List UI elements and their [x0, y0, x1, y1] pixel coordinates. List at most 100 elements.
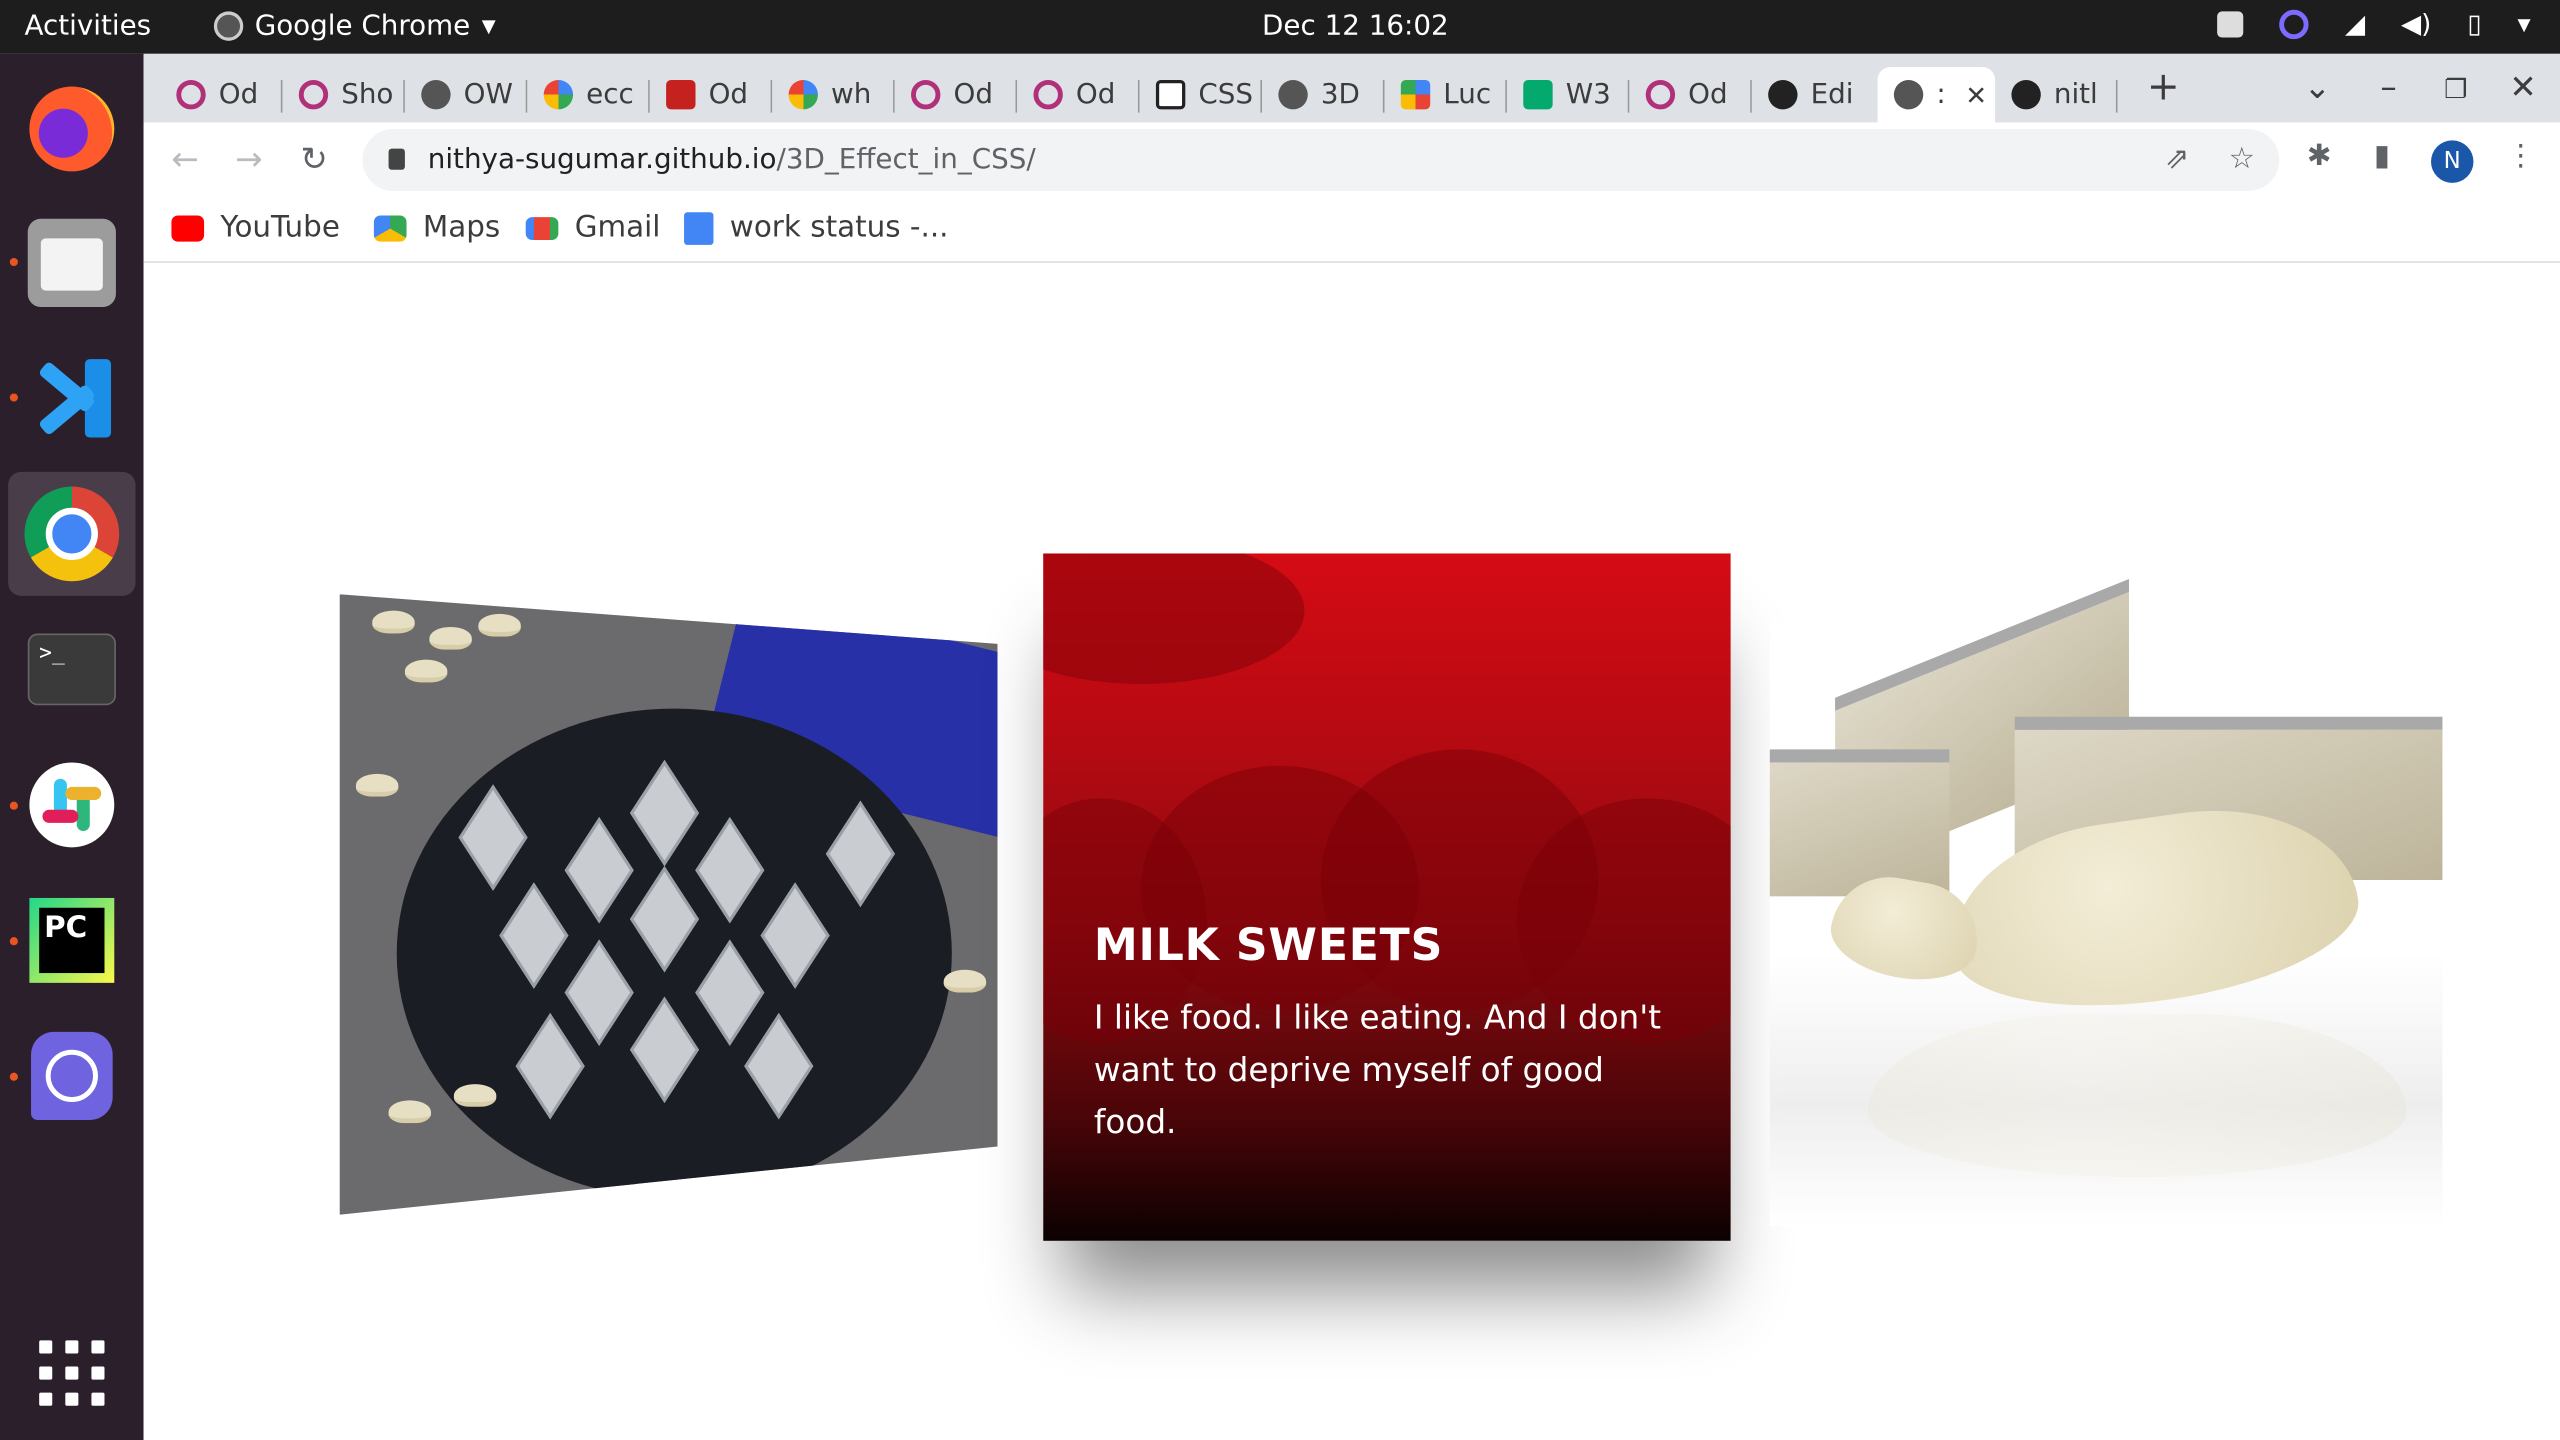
tab[interactable]: 3D	[1262, 67, 1385, 123]
tab-label: W3	[1565, 78, 1611, 112]
tab[interactable]: wh	[772, 67, 895, 123]
volume-icon[interactable]: ◀)	[2401, 8, 2431, 39]
background-photo-shape	[1043, 553, 1305, 685]
odoo-icon	[666, 79, 696, 110]
globe-icon	[421, 79, 451, 110]
odin-icon	[1645, 79, 1676, 110]
dock-files[interactable]	[8, 201, 135, 325]
clock-tray-icon[interactable]	[2279, 8, 2310, 39]
battery-icon[interactable]: ▯	[2467, 8, 2481, 39]
address-bar[interactable]: nithya-sugumar.github.io/3D_Effect_in_CS…	[362, 128, 2280, 192]
tab[interactable]: ecc	[527, 67, 650, 123]
tab[interactable]: Od	[1629, 67, 1752, 123]
cashew	[355, 773, 399, 797]
dock-slack[interactable]	[8, 743, 135, 867]
tab-label: wh	[831, 78, 872, 112]
chrome-menu-icon[interactable]: ⋮	[2506, 139, 2535, 173]
tab-label: OW	[463, 78, 513, 112]
app-grid-icon	[39, 1340, 105, 1406]
activities-button[interactable]: Activities	[24, 10, 151, 43]
tab[interactable]: CSS	[1140, 67, 1263, 123]
bookmark-star-icon[interactable]: ☆	[2229, 142, 2255, 176]
dock-terminal[interactable]: >_	[8, 607, 135, 731]
w3schools-icon	[1523, 79, 1553, 110]
card-description: I like food. I like eating. And I don't …	[1093, 997, 1662, 1142]
tab[interactable]: Edi	[1752, 67, 1874, 123]
tab-label: 3D	[1320, 78, 1360, 112]
tab-active[interactable]: : ✕	[1877, 66, 1996, 123]
lucid-icon	[1400, 79, 1431, 110]
tab-label: Edi	[1810, 78, 1854, 112]
globe-icon	[1278, 79, 1308, 110]
bookmark-gmail[interactable]: Gmail	[525, 211, 660, 245]
tab[interactable]: Od	[160, 67, 283, 123]
tab-label: Od	[1075, 78, 1116, 112]
pycharm-icon: PC	[29, 897, 115, 983]
reload-button[interactable]: ↻	[300, 139, 327, 178]
url-text[interactable]: nithya-sugumar.github.io/3D_Effect_in_CS…	[428, 144, 1036, 177]
firefox-icon	[29, 86, 115, 172]
url-path: /3D_Effect_in_CSS/	[776, 143, 1036, 177]
odin-icon	[176, 79, 206, 110]
show-applications[interactable]	[8, 1311, 135, 1435]
github-icon	[2011, 79, 2041, 110]
minimize-button[interactable]: –	[2380, 67, 2396, 106]
tab[interactable]: Od	[650, 67, 773, 123]
tab[interactable]: Od	[1017, 67, 1140, 123]
forward-button[interactable]: →	[235, 139, 262, 178]
dock-clock-app[interactable]	[8, 1014, 135, 1138]
close-window-button[interactable]: ✕	[2509, 67, 2536, 106]
tab[interactable]: nitl	[1995, 67, 2118, 123]
share-icon[interactable]: ⇗	[2165, 142, 2190, 176]
vscode-icon	[29, 356, 114, 441]
milk-sweets-card[interactable]: MILK SWEETS I like food. I like eating. …	[1043, 553, 1731, 1241]
tab-close-icon[interactable]: ✕	[1965, 79, 1987, 110]
bookmark-label: Maps	[422, 210, 501, 245]
tab[interactable]: Sho	[282, 67, 405, 123]
system-menu-chevron-icon[interactable]: ▾	[2517, 8, 2530, 39]
bookmark-maps[interactable]: Maps	[373, 210, 501, 245]
system-tray[interactable]: ◢ ◀) ▯ ▾	[2217, 8, 2531, 39]
tab[interactable]: Od	[895, 67, 1018, 123]
dock-firefox[interactable]	[8, 67, 135, 191]
dock-pycharm[interactable]: PC	[8, 878, 135, 1002]
url-host: nithya-sugumar.github.io	[427, 143, 777, 177]
codepen-icon	[1155, 79, 1186, 110]
cashew	[404, 659, 448, 683]
odin-icon	[298, 79, 329, 110]
chrome-small-icon	[213, 11, 244, 41]
tab-label: Sho	[341, 78, 394, 112]
lock-icon[interactable]	[388, 148, 405, 170]
card-title: MILK SWEETS	[1093, 920, 1444, 972]
sweets-plate-card[interactable]	[339, 594, 998, 1215]
tab-search-button[interactable]: ⌄	[2304, 67, 2331, 106]
dock-chrome[interactable]	[8, 471, 136, 596]
tab[interactable]: OW	[405, 67, 528, 123]
tab-label: Od	[708, 78, 749, 112]
bookmark-work-status[interactable]: work status -...	[684, 211, 949, 245]
back-button[interactable]: ←	[171, 139, 198, 178]
tab-label: nitl	[2053, 78, 2098, 112]
barfi-cashew-card[interactable]	[1769, 578, 2443, 1227]
tab[interactable]: W3	[1507, 67, 1630, 123]
tab-label: ecc	[586, 78, 634, 112]
extensions-icon[interactable]: ✱	[2307, 139, 2332, 173]
cashew	[943, 969, 987, 993]
cashew	[372, 610, 415, 634]
app-menu[interactable]: Google Chrome ▾	[213, 10, 496, 42]
system-clock[interactable]: Dec 12 16:02	[1262, 10, 1449, 43]
new-tab-button[interactable]: +	[2147, 64, 2180, 110]
tab[interactable]: Luc	[1384, 67, 1507, 123]
cashew	[429, 626, 472, 650]
bookmark-youtube[interactable]: YouTube	[171, 210, 340, 245]
cashew	[388, 1100, 432, 1124]
slack-tray-icon[interactable]	[2217, 10, 2244, 37]
dock-vscode[interactable]	[8, 336, 135, 460]
bookmark-label: YouTube	[220, 210, 340, 245]
restore-button[interactable]: ❐	[2444, 73, 2467, 104]
odin-icon	[911, 79, 941, 110]
profile-avatar[interactable]: N	[2431, 140, 2474, 183]
wifi-icon[interactable]: ◢	[2345, 8, 2365, 39]
barfi-piece	[1769, 749, 1950, 897]
side-panel-icon[interactable]: ▮	[2374, 139, 2390, 173]
